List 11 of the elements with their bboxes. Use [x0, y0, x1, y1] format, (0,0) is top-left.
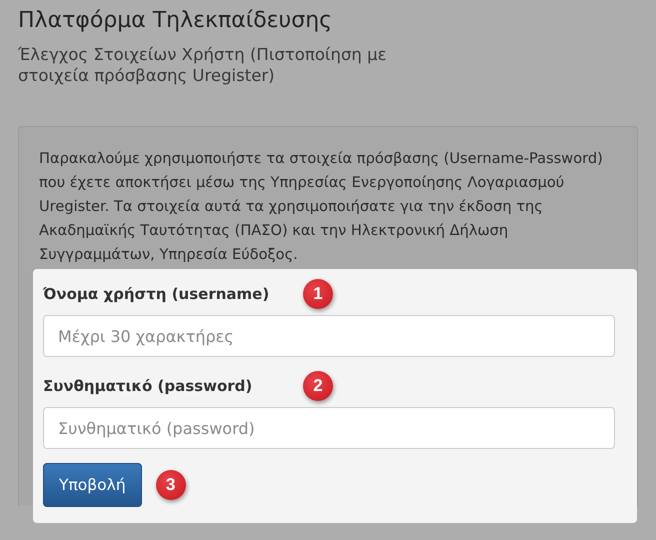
step-badge: 3 — [156, 470, 186, 500]
step-badge: 2 — [303, 371, 333, 401]
page-subtitle: Έλεγχος Στοιχείων Χρήστη (Πιστοποίηση με στοιχεία πρόσβασης Uregister) — [18, 44, 388, 86]
password-field[interactable]: Συνθηματικό (password) — [43, 407, 615, 449]
username-field[interactable]: Μέχρι 30 χαρακτήρες — [43, 315, 615, 357]
page-title: Πλατφόρμα Τηλεκπαίδευσης — [18, 7, 334, 35]
field-label: Όνομα χρήστη (username) — [43, 285, 270, 303]
intro-text: Παρακαλούμε χρησιμοποιήστε τα στοιχεία πρόσβασης (Username-Password) που έχετε αποκτήσει μέσω της Υπηρεσίας Ενεργοποίησης Λογαριασμού Uregister. Τα στοιχεία αυτά τα χρησιμοποιήσατε για την έκδοση της Ακαδημαϊκής Ταυτότητας (ΠΑΣΟ) και την Ηλεκτρονική Δήλωση Συγγραμμάτων, Υπηρεσία Εύδοξος. — [39, 149, 604, 265]
submit-button[interactable]: Υποβολή — [43, 463, 142, 507]
step-badge: 1 — [303, 279, 333, 309]
field-label: Συνθηματικό (password) — [43, 377, 254, 395]
